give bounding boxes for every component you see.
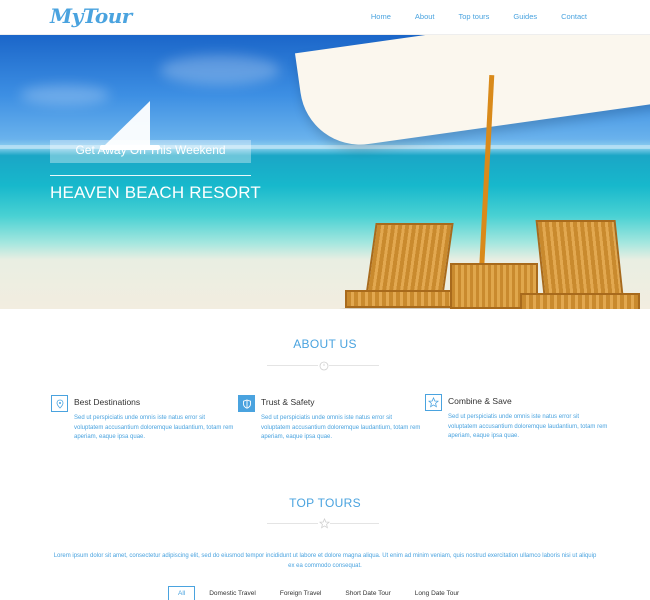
tab-foreign-travel[interactable]: Foreign Travel [270, 586, 332, 600]
feature-text: Sed ut perspiciatis unde omnis iste natu… [261, 415, 421, 440]
hero-banner: Get Away On This Weekend HEAVEN BEACH RE… [0, 35, 650, 309]
promo-text: Get Away On This Weekend [75, 143, 226, 157]
nav-top-tours[interactable]: Top tours [459, 12, 490, 21]
nav-contact[interactable]: Contact [561, 12, 587, 21]
map-pin-icon [51, 395, 68, 412]
feature-text: Sed ut perspiciatis unde omnis iste natu… [74, 415, 234, 440]
hero-divider [50, 175, 251, 176]
nav-about[interactable]: About [415, 12, 435, 21]
sailboat-sail [105, 101, 150, 145]
about-title: ABOUT US [293, 337, 357, 351]
feature-title: Combine & Save [448, 396, 512, 406]
tour-filter-tabs: All Domestic Travel Foreign Travel Short… [168, 584, 473, 600]
site-logo[interactable]: MyTour [50, 4, 132, 28]
star-icon [425, 394, 442, 411]
tab-domestic-travel[interactable]: Domestic Travel [199, 586, 266, 600]
tab-short-date-tour[interactable]: Short Date Tour [335, 586, 400, 600]
feature-title: Trust & Safety [261, 397, 315, 407]
tab-all[interactable]: All [168, 585, 196, 600]
cloud-decoration [20, 85, 110, 105]
nav-home[interactable]: Home [371, 12, 391, 21]
feature-title: Best Destinations [74, 397, 141, 407]
tours-description: Lorem ipsum dolor sit amet, consectetur … [53, 553, 597, 569]
site-header: MyTour Home About Top tours Guides Conta… [0, 0, 650, 35]
feature-text: Sed ut perspiciatis unde omnis iste natu… [448, 414, 608, 439]
beach-umbrella [294, 35, 650, 153]
beach-chair-right-seat [520, 293, 640, 309]
hero-title: HEAVEN BEACH RESORT [50, 183, 261, 202]
tab-long-date-tour[interactable]: Long Date Tour [405, 586, 469, 600]
star-icon [318, 517, 330, 529]
shield-icon [238, 395, 255, 412]
main-nav: Home About Top tours Guides Contact [347, 12, 587, 21]
beach-chair-left-seat [345, 290, 460, 308]
cloud-decoration [160, 55, 280, 85]
tours-title: TOP TOURS [289, 496, 361, 510]
nav-guides[interactable]: Guides [513, 12, 537, 21]
clock-icon [318, 360, 329, 371]
